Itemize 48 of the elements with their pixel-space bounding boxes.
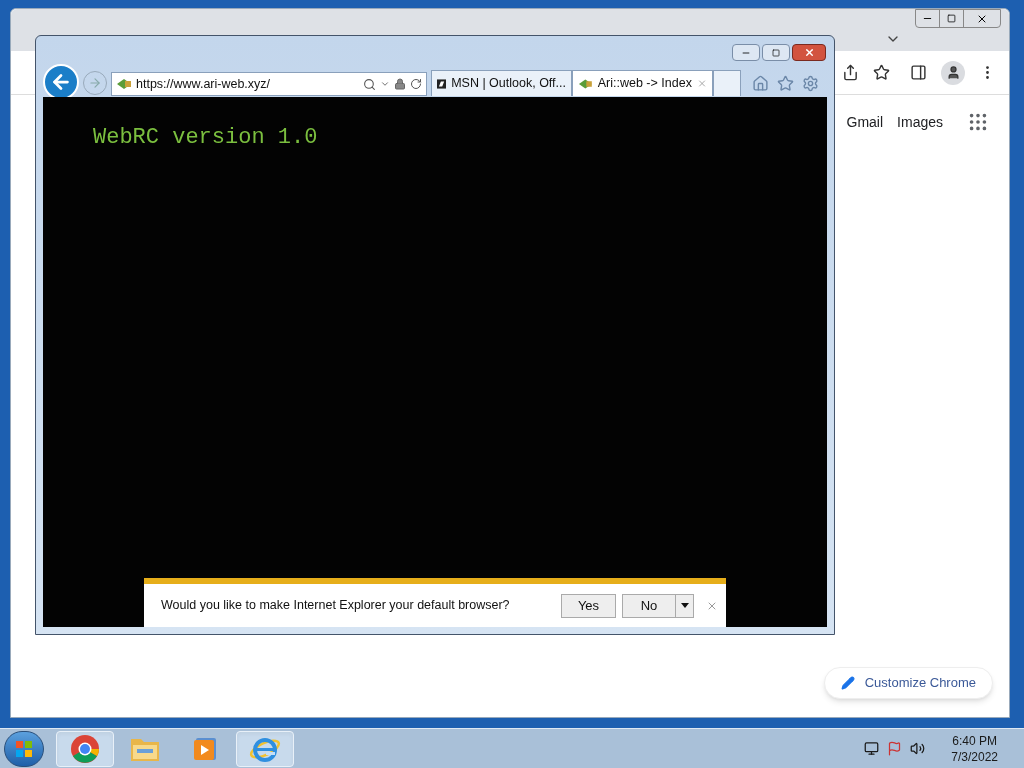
- dropdown-button[interactable]: [676, 593, 694, 618]
- tab-site-icon: [437, 76, 447, 91]
- minimize-button[interactable]: [732, 44, 760, 61]
- share-icon[interactable]: [842, 64, 859, 81]
- url-text: https://www.ari-web.xyz/: [136, 75, 272, 93]
- browser-tab[interactable]: MSN | Outlook, Off...: [431, 70, 572, 96]
- home-icon[interactable]: [752, 75, 769, 92]
- clock-time[interactable]: 6:40 PM: [952, 732, 997, 749]
- dropdown-icon[interactable]: [380, 79, 390, 89]
- maximize-icon: [772, 48, 780, 57]
- version-text: WebRC version 1.0: [93, 124, 319, 152]
- close-icon: [803, 47, 815, 58]
- tab-site-icon: [578, 77, 593, 90]
- bookmark-star-icon[interactable]: [873, 64, 890, 81]
- notification-message: Would you like to make Internet Explorer your default browser?: [161, 597, 511, 615]
- clock-date[interactable]: 7/3/2022: [951, 748, 998, 765]
- chrome-icon: [70, 733, 100, 764]
- gmail-link[interactable]: Gmail: [846, 111, 884, 133]
- favorites-star-icon[interactable]: [777, 75, 794, 92]
- new-tab-button[interactable]: [713, 70, 741, 96]
- yes-button[interactable]: Yes: [561, 593, 616, 618]
- search-icon[interactable]: [363, 77, 376, 91]
- browser-tab[interactable]: Ari::web -> Index: [572, 70, 713, 96]
- network-icon[interactable]: [864, 741, 880, 756]
- media-player-icon: [192, 735, 218, 762]
- start-button[interactable]: [4, 730, 44, 767]
- apps-icon[interactable]: [967, 111, 989, 133]
- no-button[interactable]: No: [622, 593, 676, 618]
- forward-arrow-icon: [88, 76, 102, 90]
- close-button[interactable]: [792, 44, 826, 61]
- back-button[interactable]: [43, 64, 79, 100]
- windows-logo-icon: [15, 739, 33, 758]
- customize-chrome-button[interactable]: Customize Chrome: [823, 667, 993, 699]
- caret-icon: [680, 603, 689, 608]
- pencil-icon: [840, 676, 855, 690]
- taskbar-app[interactable]: [236, 730, 294, 767]
- settings-icon[interactable]: [802, 75, 819, 92]
- side-panel-icon[interactable]: [910, 64, 927, 81]
- profile-icon[interactable]: [941, 60, 965, 85]
- lock-icon: [394, 78, 406, 90]
- taskbar-app[interactable]: [56, 730, 114, 767]
- volume-icon[interactable]: [910, 741, 926, 756]
- action-center-icon[interactable]: [887, 741, 903, 756]
- maximize-icon: [947, 14, 956, 23]
- refresh-icon[interactable]: [410, 78, 422, 90]
- images-link[interactable]: Images: [897, 111, 943, 133]
- site-icon: [116, 78, 132, 90]
- address-bar[interactable]: https://www.ari-web.xyz/: [111, 72, 427, 96]
